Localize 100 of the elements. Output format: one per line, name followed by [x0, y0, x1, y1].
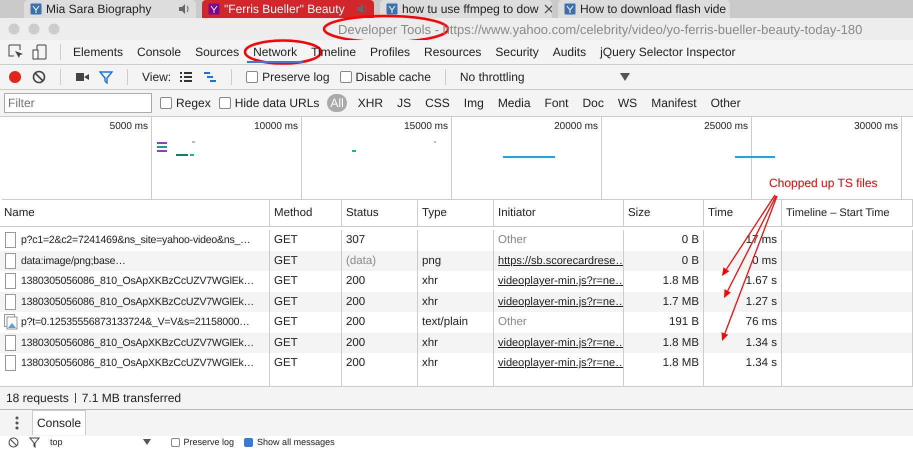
preserve-log-checkbox[interactable]: Preserve log: [246, 70, 330, 84]
speaker-icon[interactable]: [178, 3, 190, 15]
panel-tab[interactable]: Elements: [67, 41, 130, 63]
table-cell: (data): [342, 250, 418, 271]
initiator-link[interactable]: videoplayer-min.js?r=ne…: [498, 357, 623, 370]
column-header[interactable]: Time: [704, 200, 782, 226]
initiator-link[interactable]: videoplayer-min.js?r=ne…: [498, 296, 623, 308]
browser-tab[interactable]: Mia Sara Biography: [24, 0, 196, 18]
column-header[interactable]: Status: [342, 200, 418, 226]
file-name[interactable]: 1380305056086_810_OsApXKBzCcUZV7WGlEk…: [21, 336, 254, 349]
table-cell: 1.8 MB: [624, 353, 704, 374]
panel-tab[interactable]: Resources: [418, 41, 488, 63]
column-header[interactable]: Name: [0, 200, 270, 226]
checkbox[interactable]: [218, 97, 231, 109]
record-icon[interactable]: [8, 70, 22, 84]
more-icon[interactable]: [14, 414, 20, 430]
table-cell: png: [418, 250, 494, 271]
favicon-icon: [386, 3, 398, 15]
panel-tab[interactable]: Sources: [189, 41, 246, 63]
tick-label: 10000 ms: [254, 121, 298, 132]
browser-tab[interactable]: how tu use ffmpeg to dow: [380, 0, 552, 18]
filter-icon[interactable]: [29, 436, 40, 448]
regex-checkbox[interactable]: Regex: [160, 96, 211, 110]
table-cell: xhr: [418, 332, 494, 353]
tick-label: 30000 ms: [854, 121, 898, 132]
favicon-icon: [564, 3, 576, 15]
browser-tab[interactable]: How to download flash vide: [558, 0, 730, 18]
file-name[interactable]: 1380305056086_810_OsApXKBzCcUZV7WGlEk…: [21, 275, 254, 288]
type-filter-button[interactable]: XHR: [354, 94, 386, 112]
throttling-dropdown[interactable]: No throttling: [460, 70, 630, 84]
type-filter-button[interactable]: JS: [394, 94, 414, 112]
clear-icon[interactable]: [8, 436, 19, 448]
initiator-link[interactable]: videoplayer-min.js?r=ne…: [498, 275, 623, 288]
file-name[interactable]: data:image/png;base…: [21, 254, 126, 267]
type-filter-button[interactable]: Media: [494, 94, 534, 112]
initiator-link[interactable]: https://sb.scorecardrese…: [498, 254, 623, 267]
clear-icon[interactable]: [32, 70, 46, 84]
caret-icon: [142, 439, 151, 445]
camera-icon[interactable]: [75, 70, 89, 84]
table-cell: GET: [270, 250, 342, 271]
panel-tab[interactable]: Security: [489, 41, 545, 63]
drawer-tab[interactable]: Console: [32, 410, 86, 435]
close-icon[interactable]: [542, 3, 552, 15]
table-cell: xhr: [418, 292, 494, 312]
type-filter-button[interactable]: Font: [542, 94, 572, 112]
column-header[interactable]: Type: [418, 200, 494, 226]
table-cell: 200: [342, 292, 418, 312]
table-cell: GET: [270, 292, 342, 312]
annotation-text: Chopped up TS files: [769, 176, 878, 190]
file-name[interactable]: p?c1=2&c2=7241469&ns_site=yahoo-video&ns_…: [21, 234, 250, 246]
browser-tab[interactable]: "Ferris Bueller" Beauty: [202, 0, 374, 18]
table-cell: GET: [270, 353, 342, 374]
type-filter-button[interactable]: Doc: [580, 94, 607, 112]
tab-title: "Ferris Bueller" Beauty: [224, 2, 346, 16]
file-name[interactable]: 1380305056086_810_OsApXKBzCcUZV7WGlEk…: [21, 296, 254, 308]
file-icon: [4, 355, 18, 372]
checkbox[interactable]: [246, 71, 258, 83]
context-dropdown[interactable]: top: [50, 437, 161, 447]
type-filter-button[interactable]: Img: [460, 94, 487, 112]
column-header[interactable]: Timeline – Start Time: [782, 200, 913, 226]
checkbox[interactable]: [160, 97, 172, 109]
tab-title: how tu use ffmpeg to dow: [402, 2, 539, 16]
file-icon: [4, 273, 18, 290]
table-cell: 0 B: [624, 250, 704, 271]
inspect-icon[interactable]: [8, 44, 24, 60]
file-icon: [4, 232, 18, 248]
type-filter-button[interactable]: WS: [614, 94, 640, 112]
initiator-link[interactable]: videoplayer-min.js?r=ne…: [498, 336, 623, 349]
table-cell: 1.8 MB: [624, 332, 704, 353]
panel-tab[interactable]: Profiles: [364, 41, 416, 63]
type-filter-button[interactable]: Other: [708, 94, 744, 112]
tick-label: 15000 ms: [404, 121, 448, 132]
table-cell: GET: [270, 332, 342, 353]
panel-tab[interactable]: Audits: [546, 41, 592, 63]
disable-cache-checkbox[interactable]: Disable cache: [340, 70, 431, 84]
column-header[interactable]: Size: [624, 200, 704, 226]
show-all-messages-checkbox[interactable]: Show all messages: [244, 437, 335, 447]
file-name[interactable]: 1380305056086_810_OsApXKBzCcUZV7WGlEk…: [21, 357, 254, 370]
panel-tab[interactable]: jQuery Selector Inspector: [594, 41, 742, 63]
preserve-log-checkbox[interactable]: Preserve log: [170, 437, 234, 447]
checkbox[interactable]: [340, 71, 352, 83]
file-name[interactable]: p?t=0.12535556873133724&_V=V&s=21158000…: [21, 316, 250, 328]
waterfall-view-icon[interactable]: [203, 70, 218, 84]
panel-tab[interactable]: Console: [131, 41, 188, 63]
filter-icon[interactable]: [99, 70, 113, 84]
table-cell: 1.34 s: [704, 353, 782, 374]
tab-title: Mia Sara Biography: [46, 2, 152, 16]
hide-data-urls-checkbox[interactable]: Hide data URLs: [218, 96, 320, 110]
checkbox[interactable]: [244, 438, 254, 446]
type-filter-button[interactable]: CSS: [422, 94, 453, 112]
type-filter-button[interactable]: Manifest: [648, 94, 700, 112]
column-header[interactable]: Initiator: [494, 200, 624, 226]
caret-icon: [620, 73, 630, 81]
checkbox[interactable]: [170, 438, 180, 446]
list-view-icon[interactable]: [179, 70, 194, 84]
view-label: View:: [142, 70, 172, 84]
column-header[interactable]: Method: [270, 200, 342, 226]
filter-field[interactable]: Filter: [4, 93, 152, 113]
device-icon[interactable]: [32, 44, 48, 60]
tick-label: 25000 ms: [704, 121, 748, 132]
